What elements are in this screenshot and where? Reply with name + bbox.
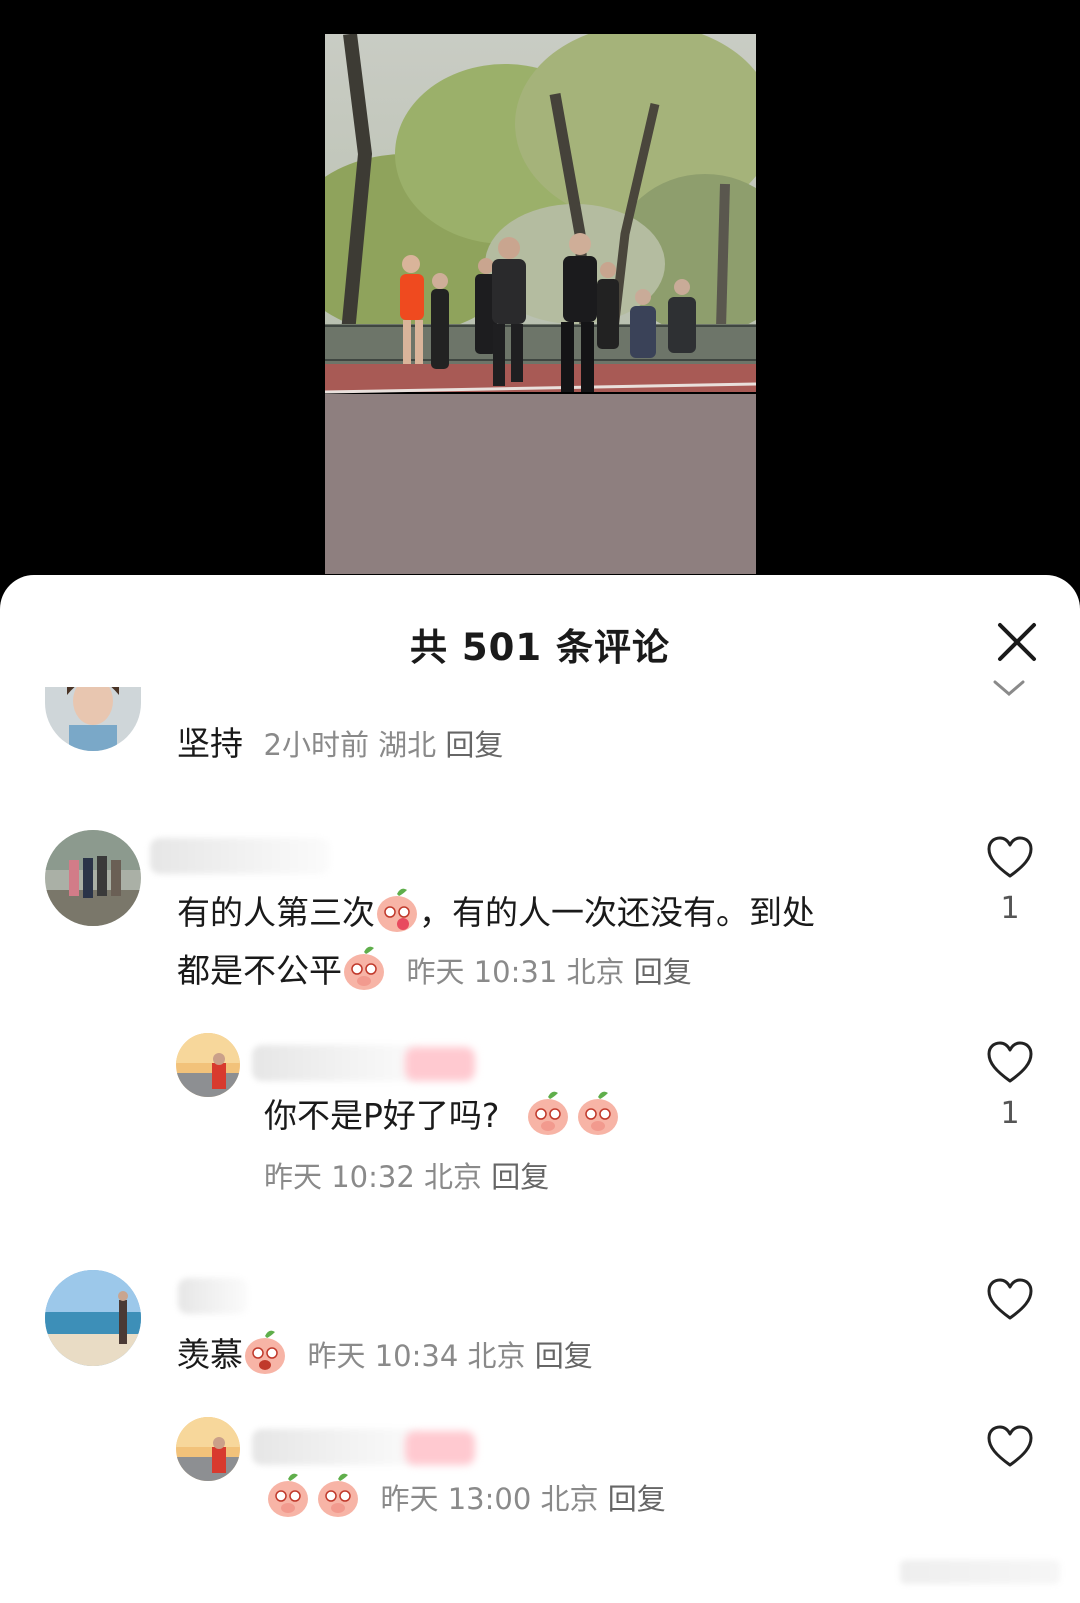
comment-text-cont: ，有的人一次还没有。到处 [419,893,815,932]
author-badge [405,1431,475,1465]
avatar[interactable] [45,687,141,751]
comment-meta: 昨天 10:32 北京 回复 [264,1157,549,1197]
reply-button[interactable]: 回复 [608,1482,666,1516]
comment-location: 北京 [540,1482,599,1516]
peach-emoji-icon [576,1089,620,1137]
avatar[interactable] [176,1417,240,1481]
comment-text: 你不是P好了吗? [264,1096,500,1135]
comment-location: 北京 [467,1339,526,1373]
like-button[interactable] [983,1278,1037,1322]
reply-button[interactable]: 回复 [634,955,692,989]
peach-emoji-icon [266,1471,310,1519]
comment-meta: 昨天 10:34 北京 回复 [308,1339,593,1373]
peach-emoji-icon [375,886,419,934]
close-icon [998,623,1036,661]
comment-text-row: 都是不公平 昨天 10:31 北京 回复 [177,942,692,1001]
like-count: 1 [1000,1096,1020,1131]
comment-meta: 2小时前 湖北 回复 [264,728,504,762]
video-player[interactable] [0,0,1080,590]
heart-outline-icon [987,1041,1033,1083]
author-badge [405,1047,475,1081]
username[interactable] [178,1278,248,1314]
heart-outline-icon [987,836,1033,878]
comment-location: 北京 [566,955,625,989]
video-thumbnail [325,34,756,574]
peach-emoji-icon [316,1471,360,1519]
heart-outline-icon [987,1425,1033,1467]
comment-count-title: 共 501 条评论 [410,626,670,669]
like-button[interactable]: 1 [983,1041,1037,1131]
expand-button[interactable] [992,679,1026,703]
username[interactable] [252,1045,422,1081]
avatar[interactable] [45,1270,141,1366]
like-count: 1 [1000,891,1020,926]
like-button[interactable]: 1 [983,836,1037,926]
like-button[interactable] [983,1425,1037,1469]
comment-meta: 昨天 13:00 北京 回复 [381,1482,666,1516]
close-button[interactable] [996,621,1038,663]
comment-time: 2小时前 [263,728,369,762]
comment-text: 有的人第三次 [177,893,375,932]
comment-text: 都是不公平 [177,951,342,990]
comment-text: 羡慕 [177,1335,243,1374]
reply-button[interactable]: 回复 [535,1339,593,1373]
comment-time: 昨天 10:34 [307,1339,459,1373]
comment-time: 昨天 13:00 [380,1482,532,1516]
peach-emoji-icon [526,1089,570,1137]
comment-text-row: 昨天 13:00 北京 回复 [266,1469,666,1528]
comment-text-row: 坚持 2小时前 湖北 回复 [177,715,503,774]
comment-time: 昨天 10:32 [264,1160,415,1194]
comment-location: 湖北 [378,728,437,762]
comment-text-row: 你不是P好了吗? [264,1087,620,1145]
peach-emoji-icon [342,944,386,992]
peach-emoji-icon [243,1328,287,1376]
comment-meta: 昨天 10:31 北京 回复 [407,955,692,989]
username[interactable] [252,1429,422,1465]
watermark [900,1560,1060,1584]
avatar[interactable] [45,830,141,926]
comment-location: 北京 [424,1160,483,1194]
reply-button[interactable]: 回复 [445,728,503,762]
username[interactable] [150,838,330,874]
comment-text-row: 羡慕 昨天 10:34 北京 回复 [177,1326,593,1385]
comment-text-row: 有的人第三次 ，有的人一次还没有。到处 [177,884,815,942]
comment-sheet: 共 501 条评论 坚持 2小时前 湖北 回复 有的人第三次 ，有的人一次还没有… [0,575,1080,1603]
sheet-header: 共 501 条评论 [0,575,1080,685]
comment-text: 坚持 [177,724,243,763]
chevron-down-icon [993,680,1025,696]
comment-time: 昨天 10:31 [406,955,558,989]
avatar[interactable] [176,1033,240,1097]
reply-button[interactable]: 回复 [491,1160,549,1194]
heart-outline-icon [987,1278,1033,1320]
